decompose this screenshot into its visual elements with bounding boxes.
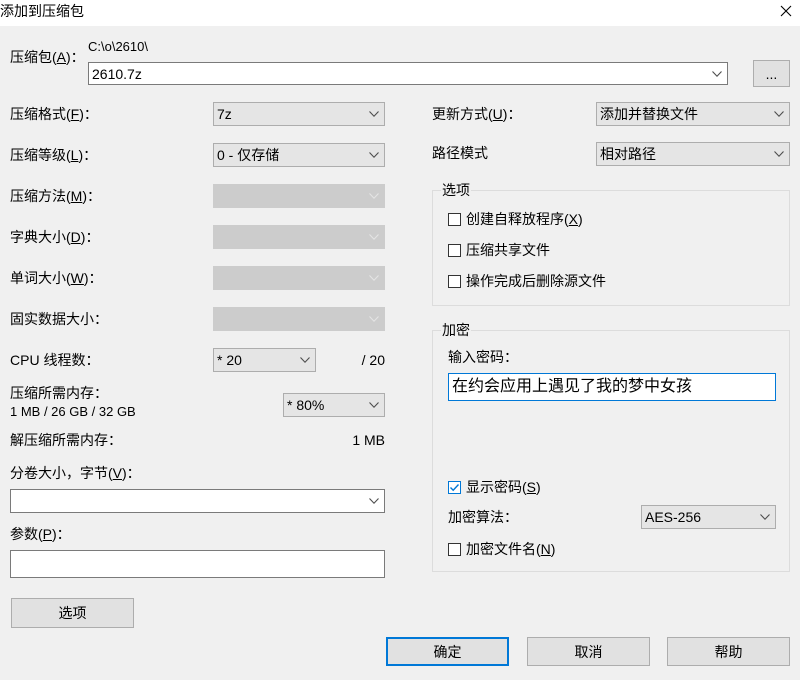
options-group: 选项 创建自释放程序(X) 压缩共享文件 操作完成后删除源文件 bbox=[432, 182, 790, 306]
format-value: 7z bbox=[217, 106, 232, 122]
memory-usage-dropdown[interactable]: * 80% bbox=[283, 393, 385, 417]
chevron-down-icon bbox=[760, 514, 770, 520]
level-dropdown[interactable]: 0 - 仅存储 bbox=[213, 143, 385, 167]
chevron-down-icon bbox=[369, 234, 379, 240]
memory-usage-label: 压缩所需内存： bbox=[10, 385, 108, 401]
encrypt-file-names-checkbox[interactable] bbox=[448, 543, 461, 556]
update-mode-dropdown[interactable]: 添加并替换文件 bbox=[596, 102, 790, 126]
parameters-label: 参数(P)： bbox=[10, 526, 71, 542]
encryption-method-label: 加密算法： bbox=[448, 509, 518, 525]
encryption-method-dropdown[interactable]: AES-256 bbox=[641, 505, 776, 529]
password-value: 在约会应用上遇见了我的梦中女孩 bbox=[452, 378, 693, 395]
show-password-label[interactable]: 显示密码(S) bbox=[466, 479, 541, 495]
help-button[interactable]: 帮助 bbox=[667, 637, 790, 666]
update-mode-value: 添加并替换文件 bbox=[600, 106, 698, 122]
close-icon bbox=[780, 5, 792, 17]
cancel-button[interactable]: 取消 bbox=[527, 637, 650, 666]
level-value: 0 - 仅存储 bbox=[217, 147, 280, 163]
window-title: 添加到压缩包 bbox=[0, 3, 84, 19]
memory-usage-value: * 80% bbox=[287, 397, 325, 413]
dictionary-size-label: 字典大小(D)： bbox=[10, 229, 100, 245]
dictionary-size-dropdown bbox=[213, 225, 385, 249]
solid-block-size-dropdown bbox=[213, 307, 385, 331]
word-size-label: 单词大小(W)： bbox=[10, 270, 103, 286]
chevron-down-icon bbox=[369, 402, 379, 408]
decompress-memory-value: 1 MB bbox=[352, 432, 385, 448]
archive-label: 压缩包(A)： bbox=[10, 49, 85, 65]
show-password-checkbox[interactable] bbox=[448, 481, 461, 494]
chevron-down-icon bbox=[300, 357, 310, 363]
chevron-down-icon bbox=[774, 151, 784, 157]
format-dropdown[interactable]: 7z bbox=[213, 102, 385, 126]
format-label: 压缩格式(F)： bbox=[10, 106, 98, 122]
parameters-input[interactable] bbox=[10, 550, 385, 578]
path-mode-value: 相对路径 bbox=[600, 146, 656, 162]
create-sfx-label[interactable]: 创建自释放程序(X) bbox=[466, 211, 583, 227]
archive-name-value: 2610.7z bbox=[92, 66, 142, 82]
delete-after-compression-checkbox[interactable] bbox=[448, 275, 461, 288]
add-to-archive-dialog: 添加到压缩包 压缩包(A)： C:\o\2610\ 2610.7z ... 压缩… bbox=[0, 0, 800, 680]
chevron-down-icon bbox=[369, 111, 379, 117]
split-volume-combobox[interactable] bbox=[10, 489, 385, 513]
compress-shared-files-checkbox[interactable] bbox=[448, 244, 461, 257]
checkmark-icon bbox=[450, 484, 460, 492]
cpu-threads-value: * 20 bbox=[217, 352, 242, 368]
method-dropdown bbox=[213, 184, 385, 208]
cpu-threads-label: CPU 线程数： bbox=[10, 352, 100, 368]
chevron-down-icon bbox=[369, 316, 379, 322]
cpu-threads-max: / 20 bbox=[361, 352, 385, 368]
password-label: 输入密码： bbox=[448, 349, 518, 365]
chevron-down-icon bbox=[369, 275, 379, 281]
compress-shared-files-label[interactable]: 压缩共享文件 bbox=[466, 242, 550, 258]
method-label: 压缩方法(M)： bbox=[10, 188, 102, 204]
archive-name-combobox[interactable]: 2610.7z bbox=[88, 62, 728, 85]
ok-button[interactable]: 确定 bbox=[386, 637, 509, 666]
word-size-dropdown bbox=[213, 266, 385, 290]
split-volume-label: 分卷大小，字节(V)： bbox=[10, 465, 141, 481]
encryption-method-value: AES-256 bbox=[645, 509, 702, 525]
solid-block-size-label: 固实数据大小： bbox=[10, 311, 108, 327]
chevron-down-icon bbox=[369, 152, 379, 158]
path-mode-label: 路径模式 bbox=[432, 145, 488, 161]
encryption-group: 加密 输入密码： 在约会应用上遇见了我的梦中女孩 显示密码(S) 加密算法： A… bbox=[432, 322, 790, 572]
encrypt-file-names-label[interactable]: 加密文件名(N) bbox=[466, 541, 555, 557]
options-button[interactable]: 选项 bbox=[11, 598, 134, 628]
encryption-group-title: 加密 bbox=[441, 322, 471, 338]
update-mode-label: 更新方式(U)： bbox=[432, 106, 522, 122]
chevron-down-icon bbox=[369, 498, 379, 504]
title-bar: 添加到压缩包 bbox=[0, 0, 800, 26]
create-sfx-checkbox[interactable] bbox=[448, 213, 461, 226]
options-group-title: 选项 bbox=[441, 182, 471, 198]
browse-button[interactable]: ... bbox=[753, 60, 790, 87]
close-button[interactable] bbox=[774, 0, 798, 22]
chevron-down-icon bbox=[712, 71, 722, 77]
password-input[interactable]: 在约会应用上遇见了我的梦中女孩 bbox=[448, 373, 776, 401]
memory-usage-detail: 1 MB / 26 GB / 32 GB bbox=[10, 404, 136, 419]
level-label: 压缩等级(L)： bbox=[10, 147, 98, 163]
chevron-down-icon bbox=[774, 111, 784, 117]
chevron-down-icon bbox=[369, 193, 379, 199]
delete-after-compression-label[interactable]: 操作完成后删除源文件 bbox=[466, 273, 606, 289]
decompress-memory-label: 解压缩所需内存： bbox=[10, 432, 122, 448]
path-mode-dropdown[interactable]: 相对路径 bbox=[596, 142, 790, 166]
cpu-threads-dropdown[interactable]: * 20 bbox=[213, 348, 316, 372]
archive-folder-path: C:\o\2610\ bbox=[88, 39, 148, 54]
